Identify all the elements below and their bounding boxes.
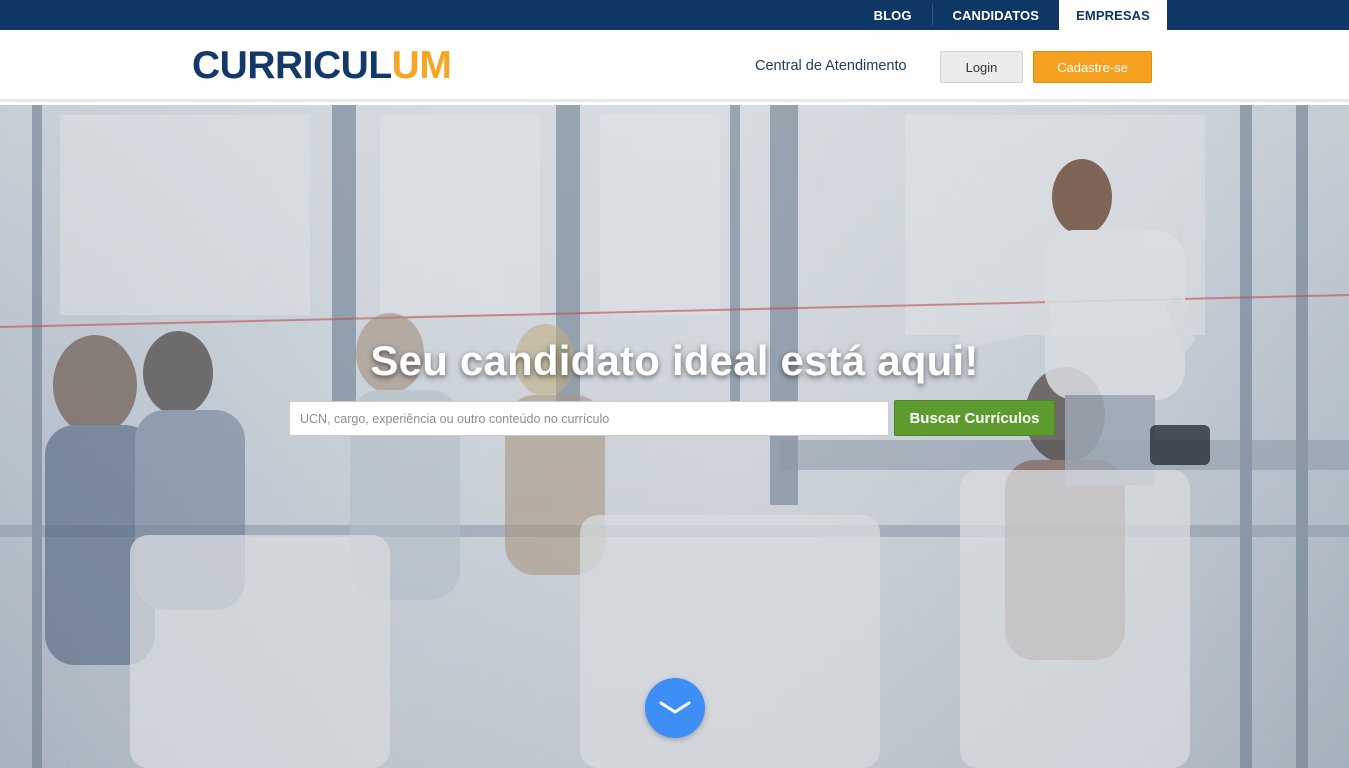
site-header: CURRICUL UM Central de Atendimento Login … (0, 30, 1349, 102)
topnav-empresas-link[interactable]: EMPRESAS (1059, 0, 1167, 30)
logo-text-main: CURRICUL (192, 44, 392, 87)
login-button[interactable]: Login (940, 51, 1023, 83)
top-nav: BLOG CANDIDATOS EMPRESAS (854, 0, 1167, 30)
help-center-link[interactable]: Central de Atendimento (755, 58, 907, 74)
chevron-down-icon (659, 701, 691, 714)
signup-button[interactable]: Cadastre-se (1033, 51, 1152, 83)
scroll-down-button[interactable] (645, 678, 705, 738)
hero-section: Seu candidato ideal está aqui! Buscar Cu… (0, 105, 1349, 768)
hero-background-image (0, 105, 1349, 768)
curriculum-logo[interactable]: CURRICUL UM (192, 44, 452, 87)
topnav-blog-link[interactable]: BLOG (854, 0, 932, 30)
topnav-candidatos-link[interactable]: CANDIDATOS (933, 0, 1059, 30)
top-bar: BLOG CANDIDATOS EMPRESAS (0, 0, 1349, 30)
resume-search-input[interactable] (289, 401, 889, 436)
logo-text-accent: UM (391, 44, 452, 87)
search-resumes-button[interactable]: Buscar Currículos (894, 400, 1055, 436)
hero-title: Seu candidato ideal está aqui! (370, 337, 979, 384)
